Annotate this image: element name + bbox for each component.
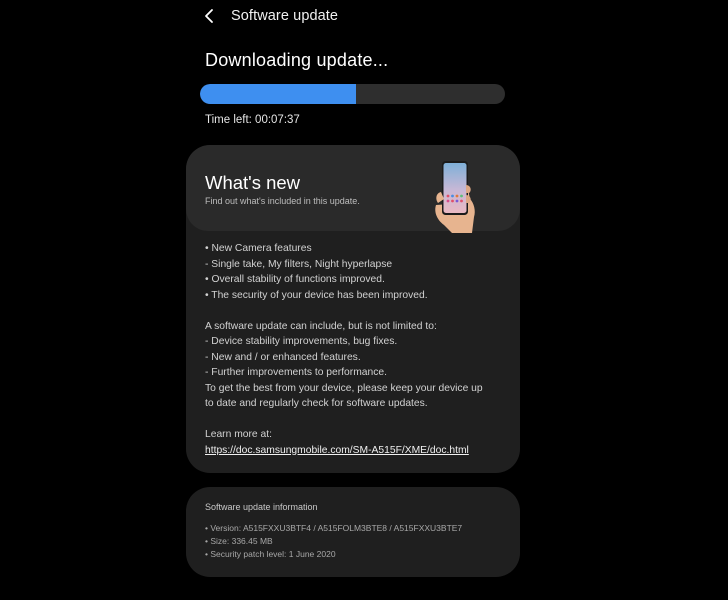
update-info-list: • Version: A515FXXU3BTF4 / A515FOLM3BTE8… [205,522,462,561]
whats-new-spacer [205,303,510,319]
app-bar: Software update [196,0,526,32]
whats-new-line: - Device stability improvements, bug fix… [205,336,398,347]
whats-new-line: • New Camera features [205,243,312,254]
whats-new-title: What's new [205,172,301,193]
whats-new-body: • New Camera features - Single take, My … [205,241,510,458]
size-line: • Size: 336.45 MB [205,536,273,546]
phone-in-hand-illustration [435,161,475,233]
software-update-screen: Software update Downloading update... Ti… [0,0,728,600]
whats-new-line: • Overall stability of functions improve… [205,274,385,285]
learn-more-link[interactable]: https://doc.samsungmobile.com/SM-A515F/X… [205,443,510,459]
page-title: Software update [231,8,339,24]
back-button[interactable] [196,3,222,29]
update-info-title: Software update information [205,502,318,512]
whats-new-line: • The security of your device has been i… [205,289,428,301]
whats-new-header: What's new Find out what's included in t… [186,145,520,233]
whats-new-subtitle: Find out what's included in this update. [205,196,360,206]
whats-new-line: - Single take, My filters, Night hyperla… [205,258,393,270]
whats-new-line: Learn more at: [205,429,272,440]
version-line: • Version: A515FXXU3BTF4 / A515FOLM3BTE8… [205,523,463,533]
update-info-card: Software update information • Version: A… [186,487,520,577]
download-progress-fill [200,84,356,104]
download-status-heading: Downloading update... [205,50,389,70]
whats-new-line: - New and / or enhanced features. [205,351,361,363]
chevron-left-icon [205,9,213,23]
whats-new-line: to date and regularly check for software… [205,398,428,409]
download-progress-bar [200,84,505,104]
security-patch-line: • Security patch level: 1 June 2020 [205,549,336,559]
whats-new-line: - Further improvements to performance. [205,367,387,378]
whats-new-line: To get the best from your device, please… [205,382,483,394]
time-left-label: Time left: 00:07:37 [205,114,300,126]
whats-new-spacer [205,412,510,428]
whats-new-card: What's new Find out what's included in t… [186,145,520,473]
whats-new-line: A software update can include, but is no… [205,320,437,332]
